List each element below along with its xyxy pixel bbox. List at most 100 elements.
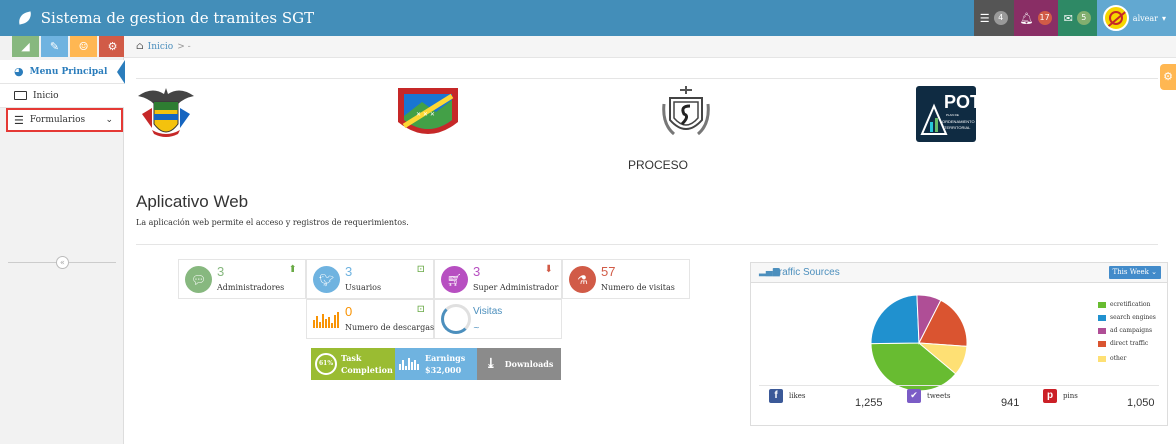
- twitter-icon: ✔: [907, 389, 921, 403]
- shortcut-pencil-button[interactable]: ✎: [41, 36, 68, 57]
- sparkline-bars-icon: [313, 312, 339, 328]
- sidebar-collapse-button[interactable]: «: [56, 256, 69, 269]
- stat-numero-descargas[interactable]: 0 Numero de descargas ⊡: [306, 299, 434, 339]
- pot-logo: POT PLAN DE ORDENAMIENTO TERRITORIAL: [916, 86, 981, 142]
- institutional-seal-logo: [660, 84, 712, 144]
- brand[interactable]: Sistema de gestion de tramites SGT: [16, 9, 315, 27]
- tasks-button[interactable]: ☰ 4: [973, 0, 1014, 36]
- stat-value: 3: [345, 264, 353, 279]
- this-week-dropdown[interactable]: This Week ⌄: [1108, 266, 1161, 279]
- stat-label: Super Administrador: [473, 283, 559, 292]
- municipal-shield-logo: ✕ ✕ ✕: [396, 86, 460, 142]
- tasks-icon: ☰: [979, 11, 990, 25]
- social-value: 941: [1001, 397, 1020, 409]
- sidebar-item-label: Menu Principal: [29, 66, 108, 77]
- bar-chart-icon: [399, 358, 419, 370]
- comments-icon: 💬︎: [185, 266, 212, 293]
- stat-usuarios[interactable]: 🐦︎ 3 Usuarios ⊡: [306, 259, 434, 299]
- notifications-button[interactable]: 🔔︎ 17: [1013, 0, 1058, 36]
- colombia-coat-of-arms-logo: [134, 84, 198, 144]
- avatar: [1102, 5, 1129, 31]
- sidebar-item-label: Formularios: [29, 115, 86, 125]
- stat-value: 3: [217, 264, 225, 279]
- earnings-box[interactable]: Earnings $32,000: [395, 348, 477, 380]
- panel-divider: [759, 385, 1159, 386]
- pot-line2: ORDENAMIENTO: [942, 119, 975, 124]
- stat-value: 0: [345, 304, 353, 319]
- sidebar-item-menu-principal[interactable]: ◕ Menu Principal: [0, 60, 124, 84]
- stat-label: Administradores: [217, 283, 285, 292]
- pie-slice-search-engines[interactable]: [870, 294, 920, 345]
- facebook-icon: f: [769, 389, 783, 403]
- earnings-value: $32,000: [425, 365, 462, 375]
- stat-visitas[interactable]: Visitas ~: [434, 299, 562, 339]
- active-marker: [117, 60, 125, 84]
- list-icon: ☰: [14, 113, 24, 127]
- bell-icon: 🔔︎: [1019, 11, 1034, 25]
- sidebar-shortcuts: ◢ ✎ ☺ ⚙: [12, 36, 126, 57]
- arrow-up-icon: ⬆: [288, 264, 297, 275]
- social-label: pins: [1063, 392, 1078, 400]
- traffic-sources-panel: ▂▄▆ Traffic Sources This Week ⌄ ecretifi…: [750, 262, 1168, 426]
- envelope-icon: ✉: [1063, 11, 1073, 25]
- arrow-up-square-icon: ⊡: [416, 304, 425, 315]
- messages-badge: 5: [1076, 11, 1091, 25]
- legend-item: other: [1098, 355, 1126, 362]
- social-tweets: ✔ tweets 941: [907, 389, 1019, 409]
- shortcut-users-button[interactable]: ☺: [70, 36, 97, 57]
- legend-item: ad campaigns: [1098, 327, 1152, 334]
- legend-item: search engines: [1098, 314, 1156, 321]
- breadcrumb-home-link[interactable]: Inicio: [148, 42, 174, 52]
- sidebar-item-formularios[interactable]: ☰ Formularios ⌄: [6, 108, 123, 132]
- task-completion-box[interactable]: 61% Task Completion: [311, 348, 395, 380]
- stat-value: Visitas: [473, 306, 503, 317]
- chevron-down-icon: ⌄: [105, 115, 113, 125]
- twitter-icon: 🐦︎: [313, 266, 340, 293]
- user-name: alvear: [1132, 13, 1158, 23]
- brand-title: Sistema de gestion de tramites SGT: [40, 9, 315, 27]
- stat-label: Numero de descargas: [345, 323, 435, 332]
- stat-value: 3: [473, 264, 481, 279]
- top-navbar: Sistema de gestion de tramites SGT ☰ 4 🔔…: [0, 0, 1176, 36]
- pinterest-icon: p: [1043, 389, 1057, 403]
- stat-label: ~: [473, 323, 480, 332]
- social-label: tweets: [927, 392, 951, 400]
- social-value: 1,255: [855, 397, 883, 409]
- legend-item: ecretification: [1098, 301, 1150, 308]
- breadcrumb: ⌂ Inicio > -: [124, 36, 1176, 58]
- desktop-icon: [14, 91, 27, 100]
- earnings-label: Earnings: [425, 353, 466, 363]
- user-menu[interactable]: alvear ▾: [1096, 0, 1176, 36]
- messages-button[interactable]: ✉ 5: [1057, 0, 1097, 36]
- stat-super-administrador[interactable]: 🛒︎ 3 Super Administrador ⬇: [434, 259, 562, 299]
- pencil-icon: ✎: [49, 40, 60, 53]
- sidebar-item-inicio[interactable]: Inicio: [0, 84, 124, 108]
- svg-text:✕ ✕ ✕: ✕ ✕ ✕: [416, 111, 435, 118]
- traffic-pie-chart: [870, 294, 968, 392]
- users-icon: ☺: [78, 40, 89, 53]
- page-description: La aplicación web permite el acceso y re…: [136, 218, 409, 227]
- caret-down-icon: ▾: [1161, 13, 1166, 23]
- flask-icon: ⚗: [569, 266, 596, 293]
- downloads-box[interactable]: ⤓ Downloads: [477, 348, 561, 380]
- stat-value: 57: [601, 264, 616, 279]
- double-chevron-left-icon: «: [60, 258, 65, 267]
- leaf-icon: [16, 11, 34, 25]
- chart-icon: ◢: [21, 40, 30, 53]
- proceso-label: PROCESO: [628, 158, 689, 172]
- sidebar-item-label: Inicio: [33, 90, 59, 101]
- tasks-badge: 4: [993, 11, 1008, 25]
- social-label: likes: [789, 392, 806, 400]
- legend-item: direct traffic: [1098, 340, 1148, 347]
- stat-label: Numero de visitas: [601, 283, 675, 292]
- stat-administradores[interactable]: 💬︎ 3 Administradores ⬆: [178, 259, 306, 299]
- shortcut-chart-button[interactable]: ◢: [12, 36, 39, 57]
- notifications-badge: 17: [1037, 11, 1052, 25]
- pot-line1: PLAN DE: [946, 113, 959, 117]
- cogs-icon: ⚙: [107, 40, 118, 53]
- stat-numero-visitas[interactable]: ⚗ 57 Numero de visitas: [562, 259, 690, 299]
- dashboard-icon: ◕: [14, 65, 24, 78]
- settings-toggle-button[interactable]: ⚙: [1160, 64, 1176, 90]
- arrow-down-icon: ⬇: [544, 264, 553, 275]
- shortcut-cogs-button[interactable]: ⚙: [99, 36, 126, 57]
